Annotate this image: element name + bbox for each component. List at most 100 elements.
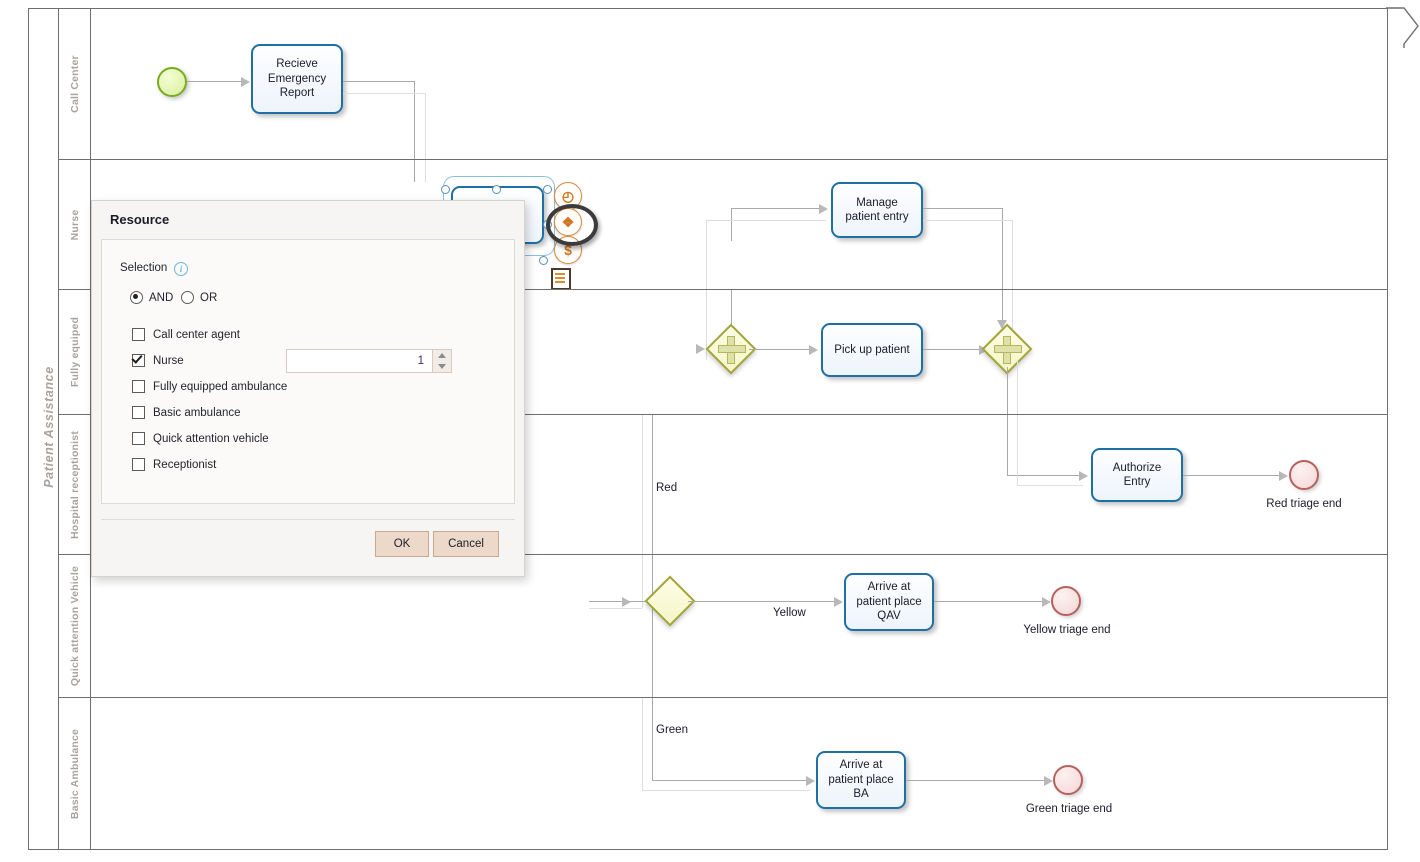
duration-icon[interactable]: ◴ (554, 182, 582, 210)
flow-green-h (652, 780, 810, 781)
flow-to-authorize-v (1007, 415, 1008, 475)
annotation-badge-icon[interactable] (551, 268, 571, 290)
checkbox-basic-ambulance-input[interactable] (132, 406, 145, 419)
radio-or-input[interactable] (181, 291, 194, 304)
flow-to-manage-v (731, 208, 732, 241)
end-label-text: Green triage end (1025, 803, 1113, 815)
lane-header-basic-ambulance[interactable]: Basic Ambulance (59, 698, 91, 849)
flow-qav-in-h (589, 601, 652, 602)
checkbox-nurse[interactable]: Nurse (132, 354, 184, 367)
task-label: Manage patient entry (845, 196, 909, 223)
task-label: Pick up patient (834, 343, 910, 356)
ok-button[interactable]: OK (375, 531, 429, 557)
nurse-quantity-stepper[interactable]: 1 (286, 349, 452, 373)
flow-join-out-v (1007, 367, 1008, 415)
end-event-red-triage[interactable] (1289, 460, 1319, 490)
radio-and-label: AND (149, 291, 174, 304)
pool-title: Patient Assistance (42, 366, 56, 488)
flow-pick-to-gw (923, 349, 983, 350)
nurse-quantity-buttons[interactable] (432, 349, 452, 373)
cancel-button[interactable]: Cancel (433, 531, 499, 557)
checkbox-nurse-input[interactable] (132, 354, 145, 367)
lane-label-quick-attention-vehicle: Quick attention Vehicle (68, 565, 81, 687)
flow-arrow-icon (241, 77, 250, 87)
flow-label-yellow-text: Yellow (773, 607, 806, 619)
cost-icon[interactable]: $ (554, 236, 582, 264)
flow-arrow-icon (1042, 597, 1051, 607)
checkbox-call-center-agent-input[interactable] (132, 328, 145, 341)
task-authorize-entry[interactable]: Authorize Entry (1091, 448, 1183, 502)
flow-gw-to-pick (749, 349, 811, 350)
task-arrive-at-patient-place-qav[interactable]: Arrive at patient place QAV (844, 573, 934, 631)
lane-body-call-center[interactable]: Recieve Emergency Report (91, 9, 1387, 160)
resize-handle-bottom-right[interactable] (539, 256, 548, 265)
flow-ghost-under-manage-h (706, 220, 826, 221)
flow-arrow-icon (696, 344, 705, 354)
end-event-green-triage[interactable] (1053, 765, 1083, 795)
checkbox-receptionist[interactable]: Receptionist (132, 458, 216, 471)
task-label: Recieve Emergency Report (267, 58, 327, 100)
flow-red-v (652, 415, 653, 555)
lane-label-nurse: Nurse (68, 209, 81, 240)
flow-manage-out-h2 (923, 220, 1013, 221)
cost-glyph: $ (564, 242, 572, 258)
resize-handle-top-right[interactable] (543, 185, 552, 194)
resource-icon[interactable]: ❖ (554, 208, 582, 236)
checkbox-quick-attention-vehicle-input[interactable] (132, 432, 145, 445)
resource-dialog[interactable]: Resource Selection i AND OR Call center … (91, 200, 525, 577)
task-pick-up-patient[interactable]: Pick up patient (821, 323, 923, 377)
checkbox-receptionist-label: Receptionist (153, 458, 217, 471)
checkbox-receptionist-input[interactable] (132, 458, 145, 471)
flow-arrow-icon (809, 345, 818, 355)
checkbox-quick-attention-vehicle[interactable]: Quick attention vehicle (132, 432, 269, 445)
flow-into-nurse-2 (425, 160, 426, 182)
flow-ghost-under-manage (706, 220, 707, 290)
lane-label-basic-ambulance: Basic Ambulance (68, 728, 81, 819)
lane-basic-ambulance[interactable]: Basic Ambulance Green Arrive at patient … (59, 697, 1387, 849)
info-icon[interactable]: i (174, 262, 188, 276)
flow-authorize-to-end (1183, 475, 1283, 476)
flow-to-manage-h (731, 208, 821, 209)
checkbox-nurse-label: Nurse (153, 354, 184, 367)
pool-header[interactable]: Patient Assistance (29, 9, 59, 849)
checkbox-fully-equipped-ambulance-input[interactable] (132, 380, 145, 393)
end-label-text: Yellow triage end (1023, 624, 1111, 636)
flow-to-authorize-h (1007, 475, 1083, 476)
task-manage-patient-entry[interactable]: Manage patient entry (831, 182, 923, 238)
radio-and-input[interactable] (130, 291, 143, 304)
stepper-down-icon[interactable] (438, 364, 446, 369)
checkbox-quick-attention-vehicle-label: Quick attention vehicle (153, 432, 269, 445)
resize-handle-mid-right[interactable] (543, 220, 552, 229)
task-recieve-emergency-report[interactable]: Recieve Emergency Report (251, 44, 343, 114)
lane-call-center[interactable]: Call Center Recieve Emergency Report (59, 9, 1387, 160)
lane-header-call-center[interactable]: Call Center (59, 9, 91, 159)
lane-label-call-center: Call Center (68, 55, 81, 113)
end-event-label-red-triage: Red triage end (1244, 497, 1364, 512)
info-glyph: i (179, 264, 183, 274)
lane-header-fully-equiped[interactable]: Fully equiped (59, 290, 91, 414)
nurse-quantity-input[interactable]: 1 (286, 349, 432, 373)
flow-manage-out-v2 (1012, 220, 1013, 290)
checkbox-call-center-agent[interactable]: Call center agent (132, 328, 240, 341)
lane-header-quick-attention-vehicle[interactable]: Quick attention Vehicle (59, 555, 91, 697)
checkbox-basic-ambulance[interactable]: Basic ambulance (132, 406, 241, 419)
flow-qav-in-h-ghost (589, 608, 642, 609)
task-arrive-at-patient-place-ba[interactable]: Arrive at patient place BA (816, 751, 906, 809)
lane-header-nurse[interactable]: Nurse (59, 160, 91, 289)
task-label: Arrive at patient place QAV (856, 581, 922, 623)
resize-handle-top-center[interactable] (492, 185, 501, 194)
end-label-text: Red triage end (1266, 498, 1342, 510)
flow-arrow-icon (1279, 471, 1288, 481)
flow-qav-in-v (652, 555, 653, 698)
radio-and[interactable]: AND (130, 291, 173, 304)
end-event-yellow-triage[interactable] (1051, 586, 1081, 616)
start-event[interactable] (157, 67, 187, 97)
stepper-up-icon[interactable] (438, 353, 446, 358)
checkbox-fully-equipped-ambulance[interactable]: Fully equipped ambulance (132, 380, 287, 393)
flow-arrow-icon (834, 597, 843, 607)
lane-header-hospital-receptionist[interactable]: Hospital receptionist (59, 415, 91, 554)
resize-handle-top-left[interactable] (441, 185, 450, 194)
lane-body-basic-ambulance[interactable]: Green Arrive at patient place BA Green t… (91, 698, 1387, 849)
radio-or[interactable]: OR (181, 291, 217, 304)
flow-green-v (652, 698, 653, 780)
